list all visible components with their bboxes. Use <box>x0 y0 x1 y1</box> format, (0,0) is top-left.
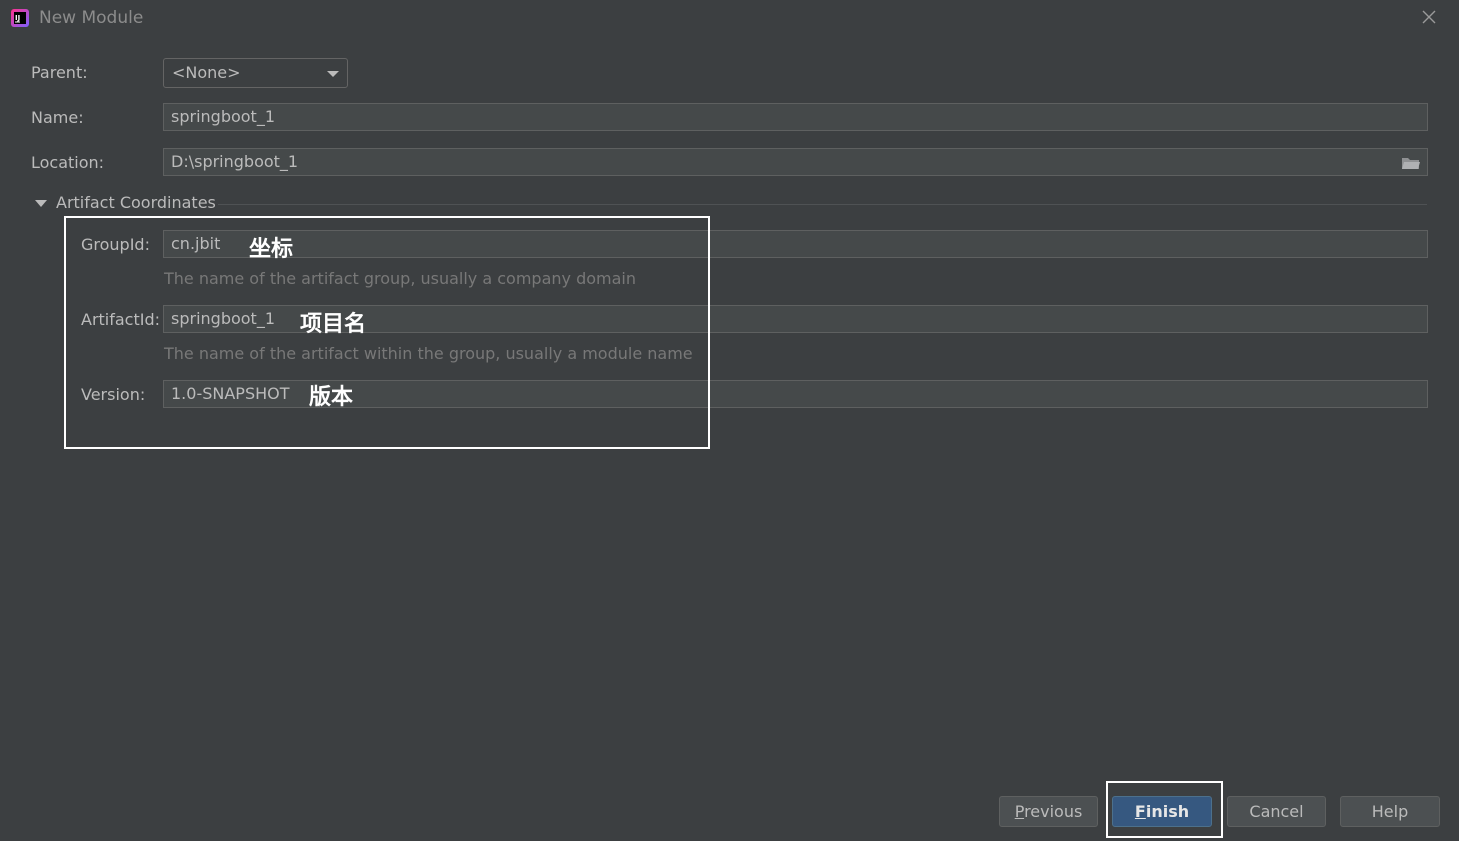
section-collapse-icon[interactable] <box>35 200 47 207</box>
previous-mnemonic: P <box>1014 802 1025 821</box>
window-title: New Module <box>39 8 144 28</box>
folder-browse-icon[interactable] <box>1401 155 1421 171</box>
name-field[interactable]: springboot_1 <box>163 103 1428 131</box>
parent-value: <None> <box>172 63 241 82</box>
chevron-down-icon <box>327 71 339 77</box>
finish-button[interactable]: Finish <box>1112 796 1212 827</box>
close-icon[interactable] <box>1419 7 1439 27</box>
previous-label: revious <box>1024 802 1083 821</box>
section-divider <box>218 204 1427 205</box>
finish-label: inish <box>1145 802 1190 821</box>
artifact-highlight-box <box>64 216 710 449</box>
previous-button[interactable]: Previous <box>999 796 1098 827</box>
location-label: Location: <box>31 153 105 172</box>
parent-dropdown[interactable]: <None> <box>163 58 348 88</box>
svg-text:IJ: IJ <box>15 14 20 22</box>
name-label: Name: <box>31 108 84 127</box>
location-value: D:\springboot_1 <box>171 152 299 171</box>
title-bar: IJ New Module <box>0 0 1459 36</box>
help-button[interactable]: Help <box>1340 796 1440 827</box>
finish-mnemonic: F <box>1134 802 1146 821</box>
location-field[interactable]: D:\springboot_1 <box>163 148 1428 176</box>
artifact-coordinates-title[interactable]: Artifact Coordinates <box>56 193 216 212</box>
intellij-app-icon: IJ <box>11 9 29 27</box>
cancel-button[interactable]: Cancel <box>1227 796 1326 827</box>
parent-label: Parent: <box>31 63 88 82</box>
